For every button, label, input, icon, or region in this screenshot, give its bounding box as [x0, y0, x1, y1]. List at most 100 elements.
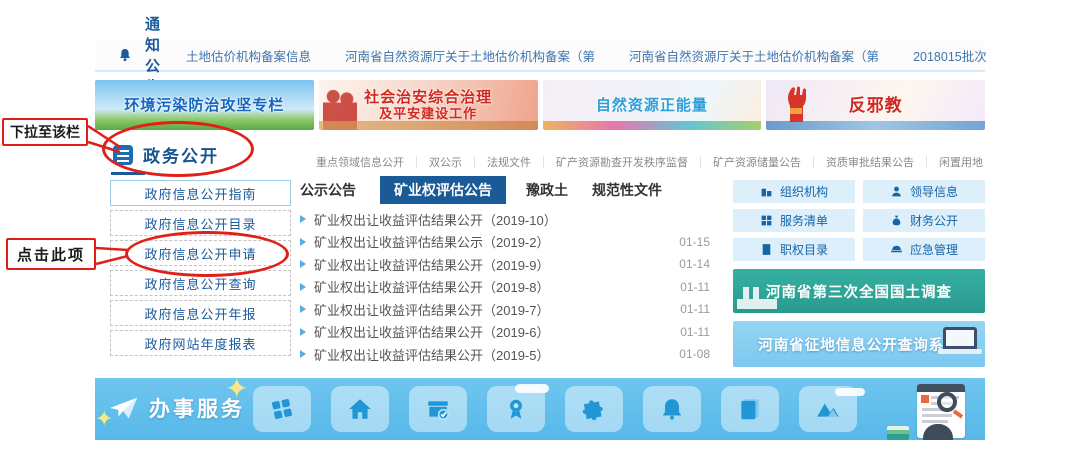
section-link[interactable]: 双公示: [429, 157, 462, 169]
right-column: 组织机构 领导信息 服务清单 财务公开 职权目录 应急管理: [733, 180, 985, 367]
news-title[interactable]: 矿业权出让收益评估结果公开（2019-10）: [314, 210, 710, 229]
quick-link-leadership[interactable]: 领导信息: [863, 180, 985, 203]
service-bar-title: 办事服务: [149, 393, 245, 423]
section-link[interactable]: 闲置用地: [939, 157, 983, 169]
list-item[interactable]: 矿业权出让收益评估结果公开（2019-6） 01-11: [300, 321, 710, 344]
news-title[interactable]: 矿业权出让收益评估结果公开（2019-5）: [314, 345, 679, 364]
news-title[interactable]: 矿业权出让收益评估结果公开（2019-6）: [314, 322, 680, 341]
section-link[interactable]: 矿产资源勘查开发秩序监督: [556, 157, 688, 169]
triangle-bullet-icon: [300, 238, 306, 246]
section-header: 政务公开 重点领域信息公开 ｜ 双公示 ｜ 法规文件 ｜ 矿产资源勘查开发秩序监督 ｜ 矿产资源…: [95, 134, 985, 174]
news-title[interactable]: 矿业权出让收益评估结果公开（2019-8）: [314, 277, 680, 296]
service-button-notice[interactable]: [643, 386, 701, 432]
quick-link-emergency[interactable]: 应急管理: [863, 238, 985, 261]
service-bar: ✦ ✦ 办事服务: [95, 378, 985, 440]
quick-link-authority-catalog[interactable]: 职权目录: [733, 238, 855, 261]
tab-yuzhengtu[interactable]: 豫政土: [526, 180, 568, 200]
service-button-puzzle[interactable]: [565, 386, 623, 432]
apps-icon: [269, 396, 295, 422]
page-root: 通知公告 土地估价机构备案信息 河南省自然资源厅关于土地估价机构备案（第 河南省…: [0, 0, 1072, 464]
mountains-icon: [815, 396, 841, 422]
tab-mining-rights-valuation[interactable]: 矿业权评估公告: [380, 176, 506, 204]
sidebar-item-catalog[interactable]: 政府信息公开目录: [110, 210, 291, 236]
banner-anti-cult[interactable]: 反邪教: [766, 80, 985, 130]
search-document-illustration: [887, 382, 979, 440]
section-link[interactable]: 重点领域信息公开: [316, 157, 404, 169]
banner-label: 河南省第三次全国国土调查: [766, 281, 952, 302]
notice-link[interactable]: 2018015批次: [913, 46, 987, 65]
quick-link-service-list[interactable]: 服务清单: [733, 209, 855, 232]
book-icon: [737, 396, 763, 422]
document-icon: [760, 243, 773, 256]
banner-natural-resources[interactable]: 自然资源正能量: [543, 80, 762, 130]
quick-link-label: 组织机构: [780, 183, 828, 200]
news-title[interactable]: 矿业权出让收益评估结果公开（2019-7）: [314, 300, 680, 319]
news-title[interactable]: 矿业权出让收益评估结果公示（2019-2）: [314, 232, 679, 251]
banner-environment[interactable]: 环境污染防治攻坚专栏: [95, 80, 314, 130]
news-title[interactable]: 矿业权出让收益评估结果公开（2019-9）: [314, 255, 679, 274]
person-icon: [890, 185, 903, 198]
list-item[interactable]: 矿业权出让收益评估结果公示（2019-2） 01-15: [300, 231, 710, 254]
triangle-bullet-icon: [300, 305, 306, 313]
triangle-bullet-icon: [300, 260, 306, 268]
main-panel: 公示公告 矿业权评估公告 豫政土 规范性文件 矿业权出让收益评估结果公开（201…: [300, 178, 710, 366]
home-icon: [347, 396, 373, 422]
news-date: 01-14: [679, 257, 710, 271]
service-buttons: [253, 386, 857, 432]
tab-public-notice[interactable]: 公示公告: [300, 180, 356, 200]
sidebar-item-apply[interactable]: 政府信息公开申请: [110, 240, 291, 266]
separator: ｜: [695, 157, 706, 169]
sidebar-item-guide[interactable]: 政府信息公开指南: [110, 180, 291, 206]
section-links: 重点领域信息公开｜双公示｜法规文件｜矿产资源勘查开发秩序监督｜矿产资源储量公告｜…: [316, 154, 983, 170]
list-item[interactable]: 矿业权出让收益评估结果公开（2019-5） 01-08: [300, 343, 710, 366]
section-title: 政务公开: [143, 142, 219, 167]
list-item[interactable]: 矿业权出让收益评估结果公开（2019-9） 01-14: [300, 253, 710, 276]
notice-link[interactable]: 河南省自然资源厅关于土地估价机构备案（第: [345, 46, 595, 65]
section-link[interactable]: 资质审批结果公告: [826, 157, 914, 169]
bell-icon: [659, 396, 685, 422]
banner-label: 反邪教: [849, 97, 903, 114]
section-link[interactable]: 法规文件: [487, 157, 531, 169]
top-banner-row: 环境污染防治攻坚专栏 社会治安综合治理 及平安建设工作 自然资源正能量 反邪教: [95, 80, 985, 130]
fist-icon: [782, 84, 808, 122]
banner-label: 及平安建设工作: [379, 106, 477, 121]
list-item[interactable]: 矿业权出让收益评估结果公开（2019-10）: [300, 208, 710, 231]
notice-link[interactable]: 土地估价机构备案信息: [186, 46, 311, 65]
list-item[interactable]: 矿业权出让收益评估结果公开（2019-7） 01-11: [300, 298, 710, 321]
service-button-mountains[interactable]: [799, 386, 857, 432]
sidebar-item-annual-report[interactable]: 政府信息公开年报: [110, 300, 291, 326]
notice-link[interactable]: 河南省自然资源厅关于土地估价机构备案（第: [629, 46, 879, 65]
laptop-icon: [943, 327, 977, 349]
books-shape: [887, 426, 909, 440]
sidebar-item-website-report[interactable]: 政府网站年度报表: [110, 330, 291, 356]
quick-link-label: 财务公开: [910, 212, 958, 229]
list-item[interactable]: 矿业权出让收益评估结果公开（2019-8） 01-11: [300, 276, 710, 299]
separator: ｜: [921, 157, 932, 169]
quick-link-label: 领导信息: [910, 183, 958, 200]
service-button-archive[interactable]: [409, 386, 467, 432]
service-button-book[interactable]: [721, 386, 779, 432]
triangle-bullet-icon: [300, 328, 306, 336]
banner-land-acquisition-query[interactable]: 河南省征地信息公开查询系统: [733, 321, 985, 367]
triangle-bullet-icon: [300, 350, 306, 358]
quick-link-organization[interactable]: 组织机构: [733, 180, 855, 203]
separator: ｜: [538, 157, 549, 169]
service-button-apps[interactable]: [253, 386, 311, 432]
notice-bar: 通知公告 土地估价机构备案信息 河南省自然资源厅关于土地估价机构备案（第 河南省…: [95, 40, 985, 72]
banner-label: 环境污染防治攻坚专栏: [124, 97, 284, 114]
banner-public-security[interactable]: 社会治安综合治理 及平安建设工作: [319, 80, 538, 130]
sidebar-item-query[interactable]: 政府信息公开查询: [110, 270, 291, 296]
tab-normative-documents[interactable]: 规范性文件: [592, 180, 662, 200]
title-underline: [111, 172, 145, 175]
banner-land-survey[interactable]: 河南省第三次全国国土调查: [733, 269, 985, 313]
news-date: 01-15: [679, 235, 710, 249]
quick-link-label: 服务清单: [780, 212, 828, 229]
service-button-home[interactable]: [331, 386, 389, 432]
document-icon: [113, 145, 133, 165]
service-button-medal[interactable]: [487, 386, 545, 432]
section-link[interactable]: 矿产资源储量公告: [713, 157, 801, 169]
quick-link-finance[interactable]: 财务公开: [863, 209, 985, 232]
grid-icon: [760, 214, 773, 227]
separator: ｜: [411, 157, 422, 169]
paper-plane-icon: [109, 395, 139, 421]
